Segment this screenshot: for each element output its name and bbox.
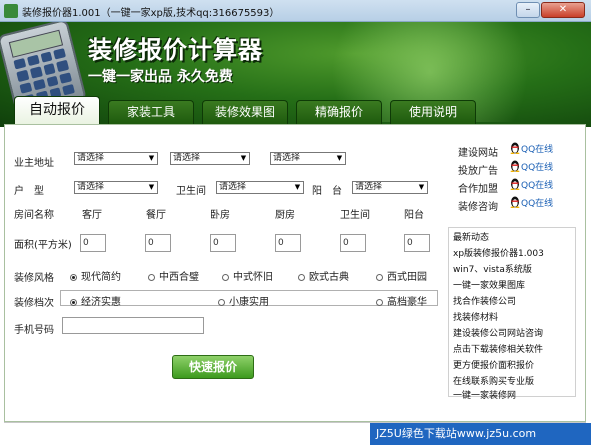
area-input-kitchen[interactable]: 0 [275,234,301,252]
grade-label: 装修档次 [14,298,54,309]
chevron-down-icon: ▼ [294,183,301,191]
qq-penguin-icon [510,196,520,208]
contact-row-franchise: 合作加盟 QQ在线 [448,176,576,195]
balcony-select[interactable]: 请选择 ▼ [352,181,428,194]
tab-renderings[interactable]: 装修效果图 [202,100,288,124]
minimize-button[interactable]: – [516,2,540,18]
qq-online-button[interactable]: QQ在线 [510,142,553,156]
app-icon [4,4,18,18]
quick-quote-button[interactable]: 快速报价 [172,355,254,379]
style-radio-modern[interactable]: 现代简约 [70,268,121,283]
tab-auto-quote[interactable]: 自动报价 [14,96,100,124]
layout-label: 户 型 [14,186,44,197]
grade-radio-comfort[interactable]: 小康实用 [218,293,269,308]
banner-slogan: 一键一家出品 永久免费 [88,69,233,85]
district-select[interactable]: 请选择 ▼ [270,152,346,165]
bathroom-select[interactable]: 请选择 ▼ [216,181,304,194]
news-item[interactable]: 一键一家装修网 [453,388,516,401]
room-dining: 餐厅 [146,210,166,221]
tab-bar: 自动报价 家装工具 装修效果图 精确报价 使用说明 [14,96,584,124]
news-item[interactable]: win7、vista系统版 [453,262,532,275]
site-watermark: JZ5U绿色下载站www.jz5u.com [370,423,591,445]
grade-radio-economy[interactable]: 经济实惠 [70,293,121,308]
news-item[interactable]: 一键一家效果图库 [453,278,525,291]
news-title: 最新动态 [453,233,490,243]
area-input-bathroom[interactable]: 0 [340,234,366,252]
style-radio-european[interactable]: 欧式古典 [298,268,349,283]
chevron-down-icon: ▼ [148,154,155,162]
style-radio-fusion[interactable]: 中西合璧 [148,268,199,283]
bathroom-label: 卫生间 [176,186,206,197]
news-item[interactable]: xp版装修报价器1.003 [453,246,544,259]
radio-dot [70,274,77,281]
contact-row-website: 建设网站 QQ在线 [448,140,576,159]
contact-row-consult: 装修咨询 QQ在线 [448,194,576,213]
area-input-dining[interactable]: 0 [145,234,171,252]
window-title: 装修报价器1.001（一键一家xp版,技术qq:316675593） [22,8,280,19]
style-radio-chinese[interactable]: 中式怀旧 [222,268,273,283]
radio-dot [218,299,225,306]
room-kitchen: 厨房 [275,210,295,221]
radio-dot [70,299,77,306]
room-bedroom: 卧房 [210,210,230,221]
address-label: 业主地址 [14,158,54,169]
news-item[interactable]: 找合作装修公司 [453,294,516,307]
radio-dot [222,274,229,281]
contact-row-ads: 投放广告 QQ在线 [448,158,576,177]
room-balcony: 阳台 [404,210,424,221]
chevron-down-icon: ▼ [148,183,155,191]
phone-input[interactable] [62,317,204,334]
news-item[interactable]: 点击下载装修相关软件 [453,342,543,355]
tab-instructions[interactable]: 使用说明 [390,100,476,124]
grade-radio-luxury[interactable]: 高档豪华 [376,293,427,308]
contact-label[interactable]: 建设网站 [458,144,498,159]
room-bathroom: 卫生间 [340,210,370,221]
contact-links: 建设网站 QQ在线 投放广告 QQ在线 合作加盟 QQ在线 装修咨询 QQ在线 [448,134,576,214]
news-panel: 最新动态 xp版装修报价器1.003 win7、vista系统版 一键一家效果图… [448,227,576,401]
close-button[interactable]: ✕ [541,2,585,18]
contact-label[interactable]: 投放广告 [458,162,498,177]
area-input-bedroom[interactable]: 0 [210,234,236,252]
news-item[interactable]: 更方便报价面积报价 [453,358,534,371]
qq-penguin-icon [510,160,520,172]
qq-online-button[interactable]: QQ在线 [510,196,553,210]
radio-dot [376,299,383,306]
qq-penguin-icon [510,178,520,190]
qq-online-button[interactable]: QQ在线 [510,160,553,174]
news-item[interactable]: 在线联系购买专业版 [453,374,534,387]
contact-label[interactable]: 装修咨询 [458,198,498,213]
tab-precise-quote[interactable]: 精确报价 [296,100,382,124]
radio-dot [148,274,155,281]
layout-select[interactable]: 请选择 ▼ [74,181,158,194]
news-item[interactable]: 建设装修公司网站咨询 [453,326,543,339]
news-item[interactable]: 找装修材料 [453,310,498,323]
title-bar: 装修报价器1.001（一键一家xp版,技术qq:316675593） – ✕ [0,0,591,22]
room-name-label: 房间名称 [14,210,54,221]
room-living: 客厅 [82,210,102,221]
contact-label[interactable]: 合作加盟 [458,180,498,195]
tab-home-tools[interactable]: 家装工具 [108,100,194,124]
phone-label: 手机号码 [14,325,54,336]
style-label: 装修风格 [14,273,54,284]
balcony-label: 阳 台 [312,186,342,197]
area-input-balcony[interactable]: 0 [404,234,430,252]
radio-dot [376,274,383,281]
radio-dot [298,274,305,281]
qq-penguin-icon [510,142,520,154]
qq-online-button[interactable]: QQ在线 [510,178,553,192]
style-radio-pastoral[interactable]: 西式田园 [376,268,427,283]
province-select[interactable]: 请选择 ▼ [74,152,158,165]
area-input-living[interactable]: 0 [80,234,106,252]
banner-headline: 装修报价计算器 [88,36,263,64]
chevron-down-icon: ▼ [418,183,425,191]
area-label: 面积(平方米) [14,240,72,251]
chevron-down-icon: ▼ [336,154,343,162]
chevron-down-icon: ▼ [240,154,247,162]
city-select[interactable]: 请选择 ▼ [170,152,250,165]
